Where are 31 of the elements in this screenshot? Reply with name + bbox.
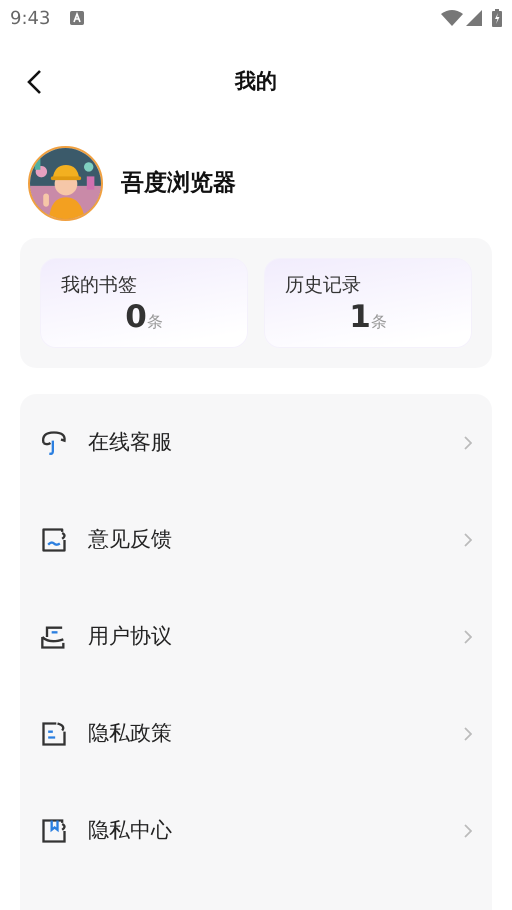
battery-icon — [492, 9, 502, 27]
menu-item[interactable]: 用户协议 — [40, 588, 472, 685]
menu-item[interactable]: 隐私政策 — [40, 685, 472, 782]
menu-item[interactable]: 在线客服 — [40, 394, 472, 491]
signal-icon — [466, 10, 482, 26]
menu-item[interactable]: 意见反馈 — [40, 491, 472, 588]
stat-label: 历史记录 — [285, 273, 362, 298]
stat-card[interactable]: 我的书签 0条 — [40, 258, 248, 348]
notification-icon — [70, 11, 84, 25]
headset-icon — [40, 428, 68, 456]
page-title: 我的 — [235, 69, 277, 94]
chevron-icon — [464, 824, 472, 838]
stat-unit: 条 — [370, 312, 387, 330]
stat-card[interactable]: 历史记录 1条 — [264, 258, 472, 348]
chevron-icon — [464, 726, 472, 740]
stat-label: 我的书签 — [61, 273, 138, 298]
chevron-icon — [464, 436, 472, 450]
stat-count: 0 — [125, 298, 147, 334]
bookmark-icon — [40, 816, 68, 844]
feedback-icon — [40, 526, 68, 554]
back-icon — [26, 69, 42, 95]
chevron-icon — [464, 630, 472, 644]
stat-count: 1 — [349, 298, 371, 334]
user-name: 吾度浏览器 — [121, 168, 236, 198]
status-time: 9:43 — [10, 6, 50, 30]
policy-icon — [40, 720, 68, 748]
wifi-icon — [441, 10, 463, 26]
menu-item[interactable]: 隐私中心 — [40, 782, 472, 879]
back-button[interactable] — [26, 69, 42, 95]
chevron-icon — [464, 532, 472, 546]
stat-unit: 条 — [146, 312, 163, 330]
